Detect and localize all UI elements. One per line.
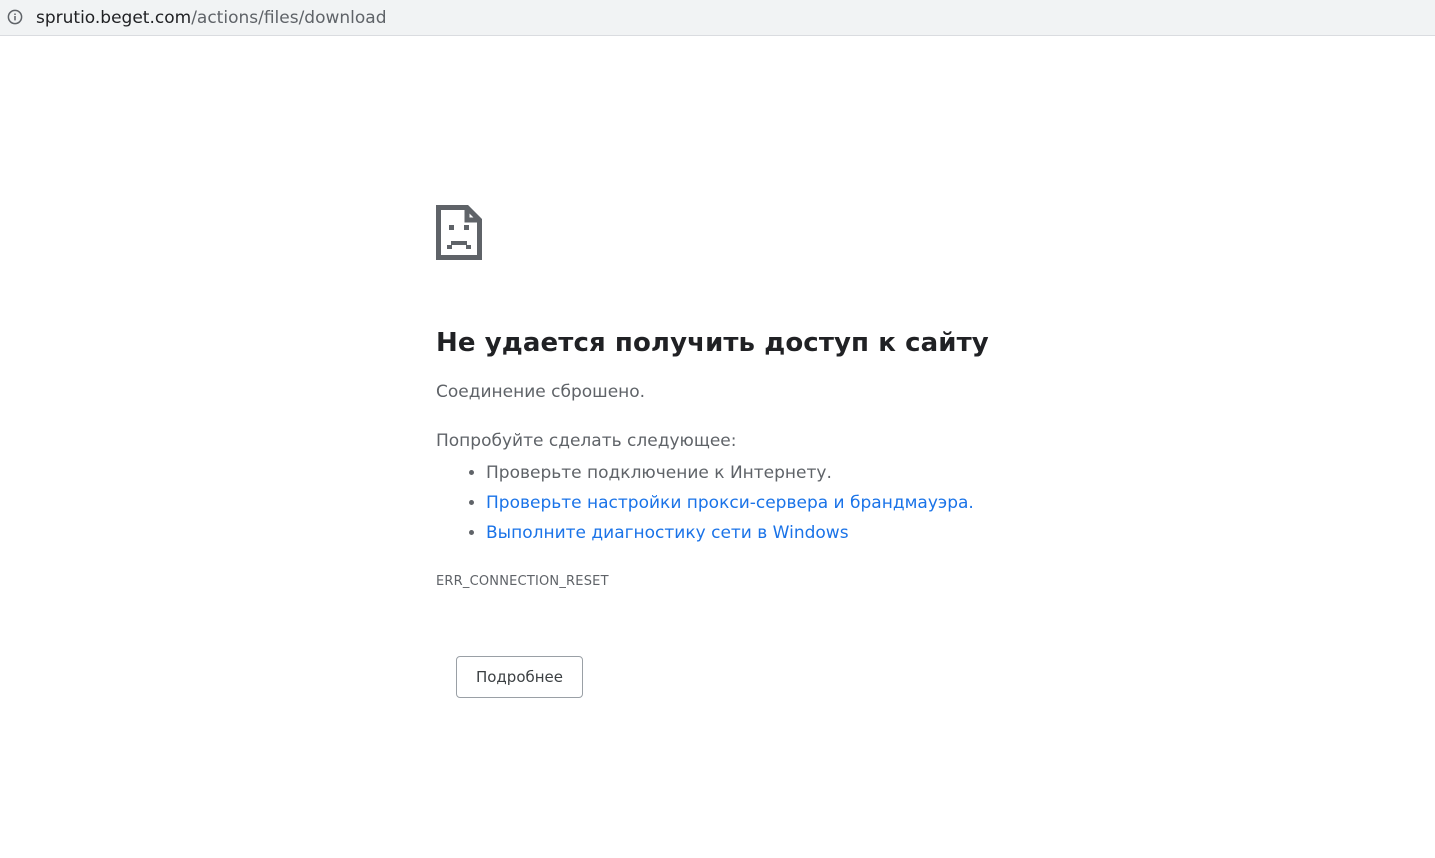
suggestion-run-diagnostics: Выполните диагностику сети в Windows xyxy=(486,518,1156,548)
suggestions-intro: Попробуйте сделать следующее: xyxy=(436,431,737,451)
error-description: Соединение сброшено. xyxy=(436,382,646,402)
error-content: Не удается получить доступ к сайту Соеди… xyxy=(436,205,1156,591)
check-proxy-firewall-link[interactable]: Проверьте настройки прокси-сервера и бра… xyxy=(486,493,974,513)
suggestion-check-connection-text: Проверьте подключение к Интернету. xyxy=(486,463,832,483)
error-title: Не удается получить доступ к сайту xyxy=(436,328,989,358)
url-domain: sprutio.beget.com xyxy=(36,8,192,28)
address-bar[interactable]: sprutio.beget.com/actions/files/download xyxy=(0,0,1435,36)
url-text[interactable]: sprutio.beget.com/actions/files/download xyxy=(36,0,387,36)
suggestions-list: Проверьте подключение к Интернету. Прове… xyxy=(436,458,1156,548)
run-network-diagnostics-link[interactable]: Выполните диагностику сети в Windows xyxy=(486,523,849,543)
info-icon[interactable] xyxy=(7,9,23,25)
sad-document-icon xyxy=(436,205,482,260)
details-button[interactable]: Подробнее xyxy=(456,656,583,698)
error-code: ERR_CONNECTION_RESET xyxy=(436,574,609,589)
suggestion-check-proxy: Проверьте настройки прокси-сервера и бра… xyxy=(486,488,1156,518)
url-path: /actions/files/download xyxy=(191,8,387,28)
suggestion-check-connection: Проверьте подключение к Интернету. xyxy=(486,458,1156,488)
